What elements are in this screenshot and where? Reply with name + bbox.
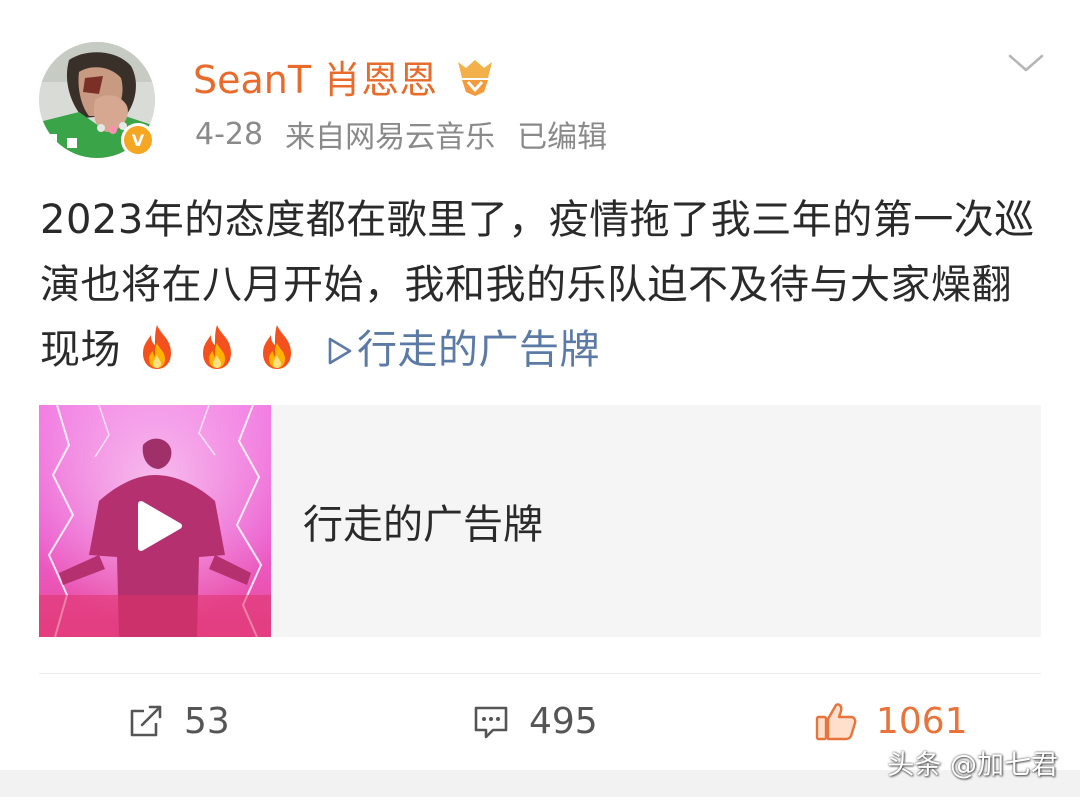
fire-icon [143,325,171,369]
verified-badge: V [121,123,155,157]
play-icon[interactable] [135,500,183,552]
edited-label[interactable]: 已编辑 [517,112,607,156]
chevron-down-icon[interactable] [1006,48,1046,78]
comment-button[interactable]: 495 [471,696,598,746]
weibo-post: V SeanT 肖恩恩 4-28 来自网易云音乐 已编辑 2023年的态度都在歌… [0,0,1080,797]
username[interactable]: SeanT 肖恩恩 [193,48,437,104]
member-badge-icon[interactable] [454,56,496,98]
comment-icon [474,706,508,739]
fire-icon [203,325,231,369]
like-button[interactable]: 1061 [814,696,968,746]
music-card[interactable]: 行走的广告牌 [39,405,1041,637]
post-meta: 4-28 来自网易云音乐 已编辑 [195,112,607,156]
song-link-label: 行走的广告牌 [357,327,600,373]
like-count: 1061 [876,700,968,742]
fire-icon [263,325,291,369]
thumbs-up-icon [815,703,857,741]
album-cover[interactable] [39,405,271,637]
watermark: 头条 @加七君 [887,749,1058,781]
post-source[interactable]: 来自网易云音乐 [285,112,495,156]
post-content: 2023年的态度都在歌里了，疫情拖了我三年的第一次巡演也将在八月开始，我和我的乐… [40,188,1050,383]
play-outline-icon [328,337,352,365]
repost-count: 53 [184,700,230,742]
divider [39,673,1041,674]
song-link[interactable]: 行走的广告牌 [327,327,600,373]
post-timestamp: 4-28 [195,116,264,152]
repost-button[interactable]: 53 [126,696,230,746]
music-card-title: 行走的广告牌 [303,502,543,548]
share-icon [130,705,162,737]
comment-count: 495 [529,700,598,742]
